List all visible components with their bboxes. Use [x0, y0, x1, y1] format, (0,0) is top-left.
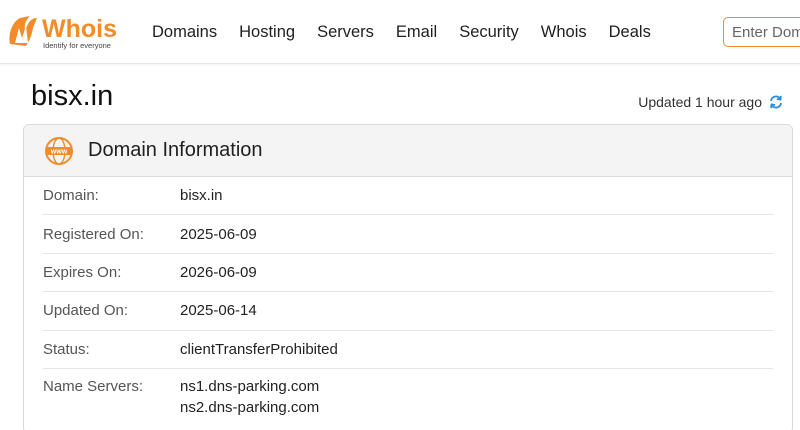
- row-domain: Domain: bisx.in: [43, 177, 773, 216]
- row-value: 2026-06-09: [180, 263, 257, 281]
- whois-logo-icon: Whois Identify for everyone: [9, 15, 117, 50]
- domain-info-card: www Domain Information Domain: bisx.in R…: [23, 124, 793, 430]
- info-rows: Domain: bisx.in Registered On: 2025-06-0…: [24, 177, 792, 416]
- row-value: clientTransferProhibited: [180, 340, 338, 358]
- svg-text:Identify for everyone: Identify for everyone: [43, 41, 111, 50]
- row-value: 2025-06-09: [180, 225, 257, 243]
- whois-logo[interactable]: Whois Identify for everyone: [6, 10, 131, 54]
- name-server-list: ns1.dns-parking.com ns2.dns-parking.com: [180, 378, 319, 416]
- row-updated-on: Updated On: 2025-06-14: [43, 292, 773, 331]
- row-label: Expires On:: [43, 263, 122, 281]
- page-title: bisx.in: [31, 80, 114, 112]
- nav-servers[interactable]: Servers: [306, 0, 385, 64]
- row-status: Status: clientTransferProhibited: [43, 331, 773, 369]
- updated-text: Updated 1 hour ago: [638, 94, 762, 110]
- row-value: bisx.in: [180, 187, 223, 205]
- nav-deals[interactable]: Deals: [598, 0, 662, 64]
- refresh-icon[interactable]: [768, 94, 784, 110]
- svg-text:Whois: Whois: [42, 15, 117, 43]
- nav-email[interactable]: Email: [385, 0, 448, 64]
- nav-whois[interactable]: Whois: [530, 0, 598, 64]
- nav-domains[interactable]: Domains: [141, 0, 228, 64]
- name-server-1: ns1.dns-parking.com: [180, 377, 320, 395]
- card-title: Domain Information: [88, 139, 263, 161]
- svg-text:www: www: [50, 148, 68, 155]
- nav-security[interactable]: Security: [448, 0, 530, 64]
- row-label: Name Servers:: [43, 377, 144, 395]
- row-registered-on: Registered On: 2025-06-09: [43, 215, 773, 254]
- main-nav: Domains Hosting Servers Email Security W…: [141, 0, 662, 64]
- name-server-2: ns2.dns-parking.com: [180, 398, 320, 416]
- top-navbar: Whois Identify for everyone Domains Host…: [0, 0, 800, 64]
- search-input[interactable]: [723, 17, 800, 47]
- nav-hosting[interactable]: Hosting: [228, 0, 306, 64]
- row-value: 2025-06-14: [180, 302, 257, 320]
- updated-status: Updated 1 hour ago: [638, 94, 784, 110]
- row-label: Updated On:: [43, 302, 129, 320]
- row-label: Status:: [43, 340, 90, 358]
- row-name-servers: Name Servers: ns1.dns-parking.com ns2.dn…: [43, 369, 773, 416]
- row-label: Registered On:: [43, 225, 144, 243]
- row-expires-on: Expires On: 2026-06-09: [43, 254, 773, 293]
- row-label: Domain:: [43, 187, 99, 205]
- www-icon: www: [44, 136, 74, 166]
- card-header: www Domain Information: [24, 125, 792, 177]
